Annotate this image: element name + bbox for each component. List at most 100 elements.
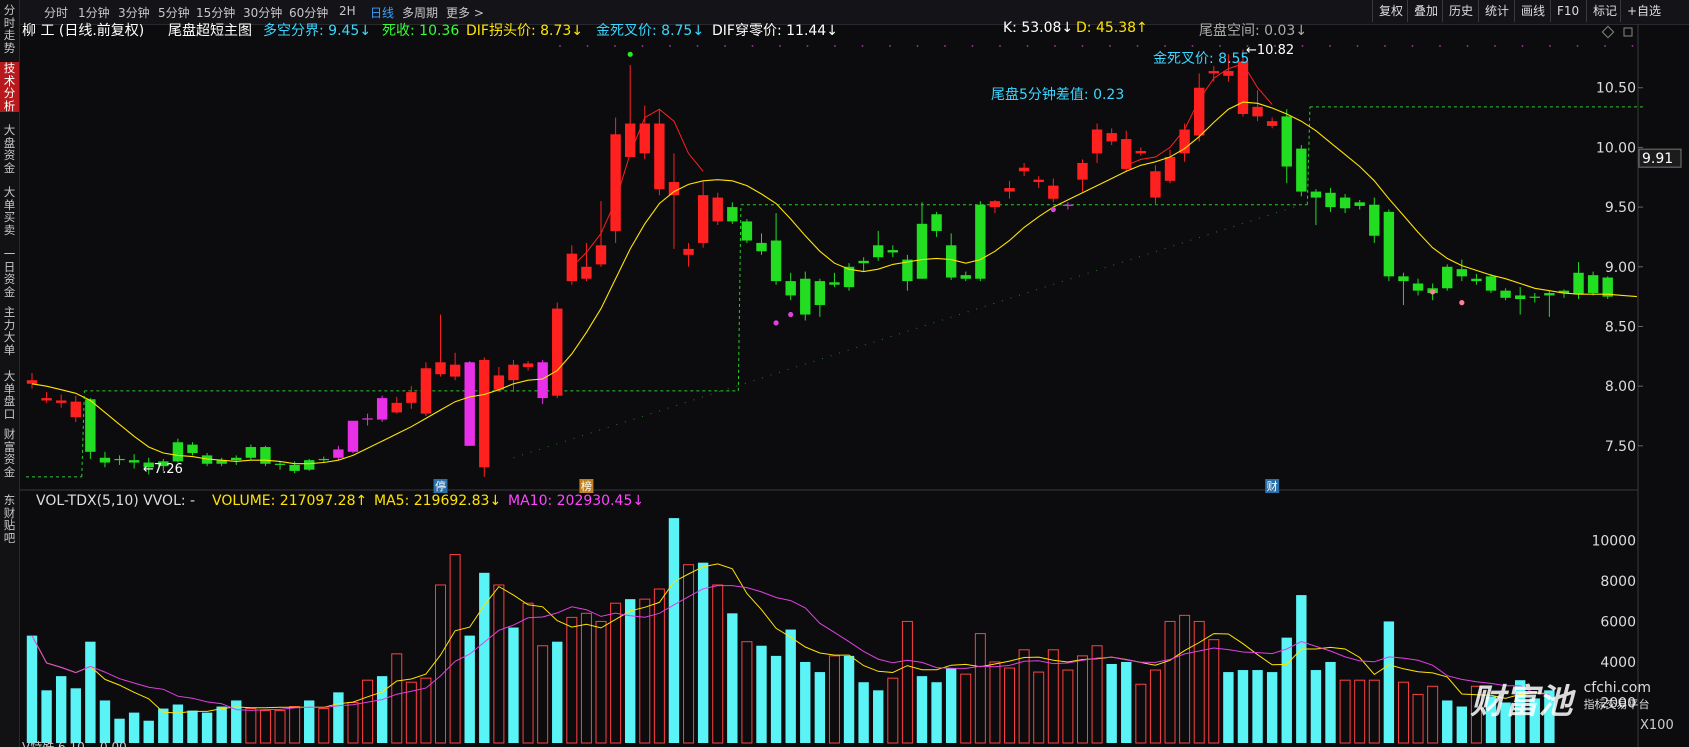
volume-bar xyxy=(974,633,986,744)
volume-tick: 10000 xyxy=(1591,533,1636,549)
candle-body xyxy=(931,214,942,231)
candle-body xyxy=(406,392,417,403)
top-dot xyxy=(1301,45,1304,47)
candle-body xyxy=(1310,191,1322,198)
volume-bar xyxy=(566,616,578,744)
volume-bar xyxy=(347,701,359,744)
candle-body xyxy=(85,399,96,452)
marker-bang: 榜 xyxy=(581,479,592,493)
top-dot xyxy=(1411,45,1414,47)
candle-body xyxy=(1223,71,1234,76)
last-price-text: 9.91 xyxy=(1642,151,1673,167)
volume-bar xyxy=(580,612,592,744)
candle-body xyxy=(289,464,300,471)
watermark-sub: 指标交易平台 xyxy=(1583,698,1650,711)
candle-body xyxy=(508,364,519,381)
candle-body xyxy=(1485,276,1497,291)
volume-bar xyxy=(595,620,607,744)
volume-bar xyxy=(1412,693,1424,744)
volume-bar xyxy=(1310,670,1322,743)
volume-bar xyxy=(1252,670,1263,743)
next-indicator-cut[interactable]: V特殊 6.10 ...0.00 xyxy=(22,739,127,747)
candle-body xyxy=(1573,272,1584,295)
candle-body xyxy=(814,281,826,305)
candle-body xyxy=(887,250,899,253)
volume-bar xyxy=(873,690,884,743)
rise-dots xyxy=(513,204,1302,459)
volume-bar xyxy=(26,635,38,743)
volume-bar xyxy=(1354,679,1366,744)
candle-body xyxy=(479,359,490,468)
volume-bar xyxy=(653,588,665,744)
candle-body xyxy=(26,380,38,384)
candle-body xyxy=(1077,162,1088,180)
volume-bar xyxy=(727,613,738,743)
top-dot xyxy=(889,45,891,47)
volume-bar xyxy=(1018,649,1030,744)
candle-body xyxy=(945,245,957,278)
top-dot xyxy=(614,45,616,47)
volume-bar xyxy=(391,653,403,744)
price-tick: 10.50 xyxy=(1596,81,1636,97)
price-tick: 8.00 xyxy=(1605,379,1636,395)
volume-bar xyxy=(99,700,111,743)
volume-bar xyxy=(697,562,709,743)
top-dot xyxy=(1109,45,1111,47)
candle-body xyxy=(1587,275,1599,294)
candle-body xyxy=(800,278,811,315)
legend-value: DIF穿零价: 11.44↓ xyxy=(712,23,838,39)
volume-bar xyxy=(1091,645,1103,744)
golden-cross-annotation: 金死叉价: 8.55 xyxy=(1153,51,1250,67)
volume-bar xyxy=(828,655,840,744)
candle-body xyxy=(1062,204,1074,206)
volume-bar xyxy=(1368,679,1380,744)
candle-body xyxy=(960,275,971,279)
volume-bar xyxy=(333,692,344,743)
volume-bar xyxy=(493,584,505,744)
candle-body xyxy=(362,418,373,420)
top-dot xyxy=(916,45,919,47)
volume-bar xyxy=(1266,672,1278,743)
candle-body xyxy=(1383,211,1395,277)
volume-bar xyxy=(901,620,913,744)
top-dot xyxy=(586,45,589,47)
volume-bar xyxy=(274,710,286,744)
candle-body xyxy=(304,460,315,470)
top-dot xyxy=(641,45,644,47)
volume-bar xyxy=(41,690,52,743)
candle-body xyxy=(1442,266,1453,289)
candle-body xyxy=(1208,71,1219,74)
legend-value: D: 45.38↑ xyxy=(1076,20,1148,36)
step-riser xyxy=(1306,106,1311,205)
volume-bar xyxy=(245,708,257,744)
candle-body xyxy=(581,266,592,279)
candle-body xyxy=(916,223,928,279)
volume-bar xyxy=(610,602,622,744)
volume-bar xyxy=(1033,671,1045,744)
legend-value: 多空分界: 9.45↓ xyxy=(263,23,372,39)
volume-bar xyxy=(683,564,695,744)
candle-body xyxy=(449,364,461,377)
candle-body xyxy=(55,400,67,403)
indicator-name[interactable]: 尾盘超短主图 xyxy=(168,20,252,40)
candle-body xyxy=(41,398,52,401)
candle-body xyxy=(333,449,344,458)
candle-body xyxy=(1091,129,1103,154)
volume-bar xyxy=(960,673,972,744)
volume-bar xyxy=(508,627,519,743)
top-dot xyxy=(1466,45,1469,47)
legend-value: 尾盘空间: 0.03↓ xyxy=(1199,23,1308,39)
volume-bar xyxy=(158,708,169,743)
top-dot xyxy=(751,45,754,47)
candle-body xyxy=(522,363,534,368)
candle-body xyxy=(99,457,111,463)
candle-body xyxy=(435,362,446,375)
candle-body xyxy=(114,458,125,461)
volume-bar xyxy=(741,641,753,744)
candle-body xyxy=(493,375,505,390)
candle-body xyxy=(727,207,738,222)
candle-body xyxy=(1048,185,1059,199)
candle-body xyxy=(1398,276,1409,282)
candle-body xyxy=(697,195,709,243)
arrow-icon: ← xyxy=(143,462,154,477)
